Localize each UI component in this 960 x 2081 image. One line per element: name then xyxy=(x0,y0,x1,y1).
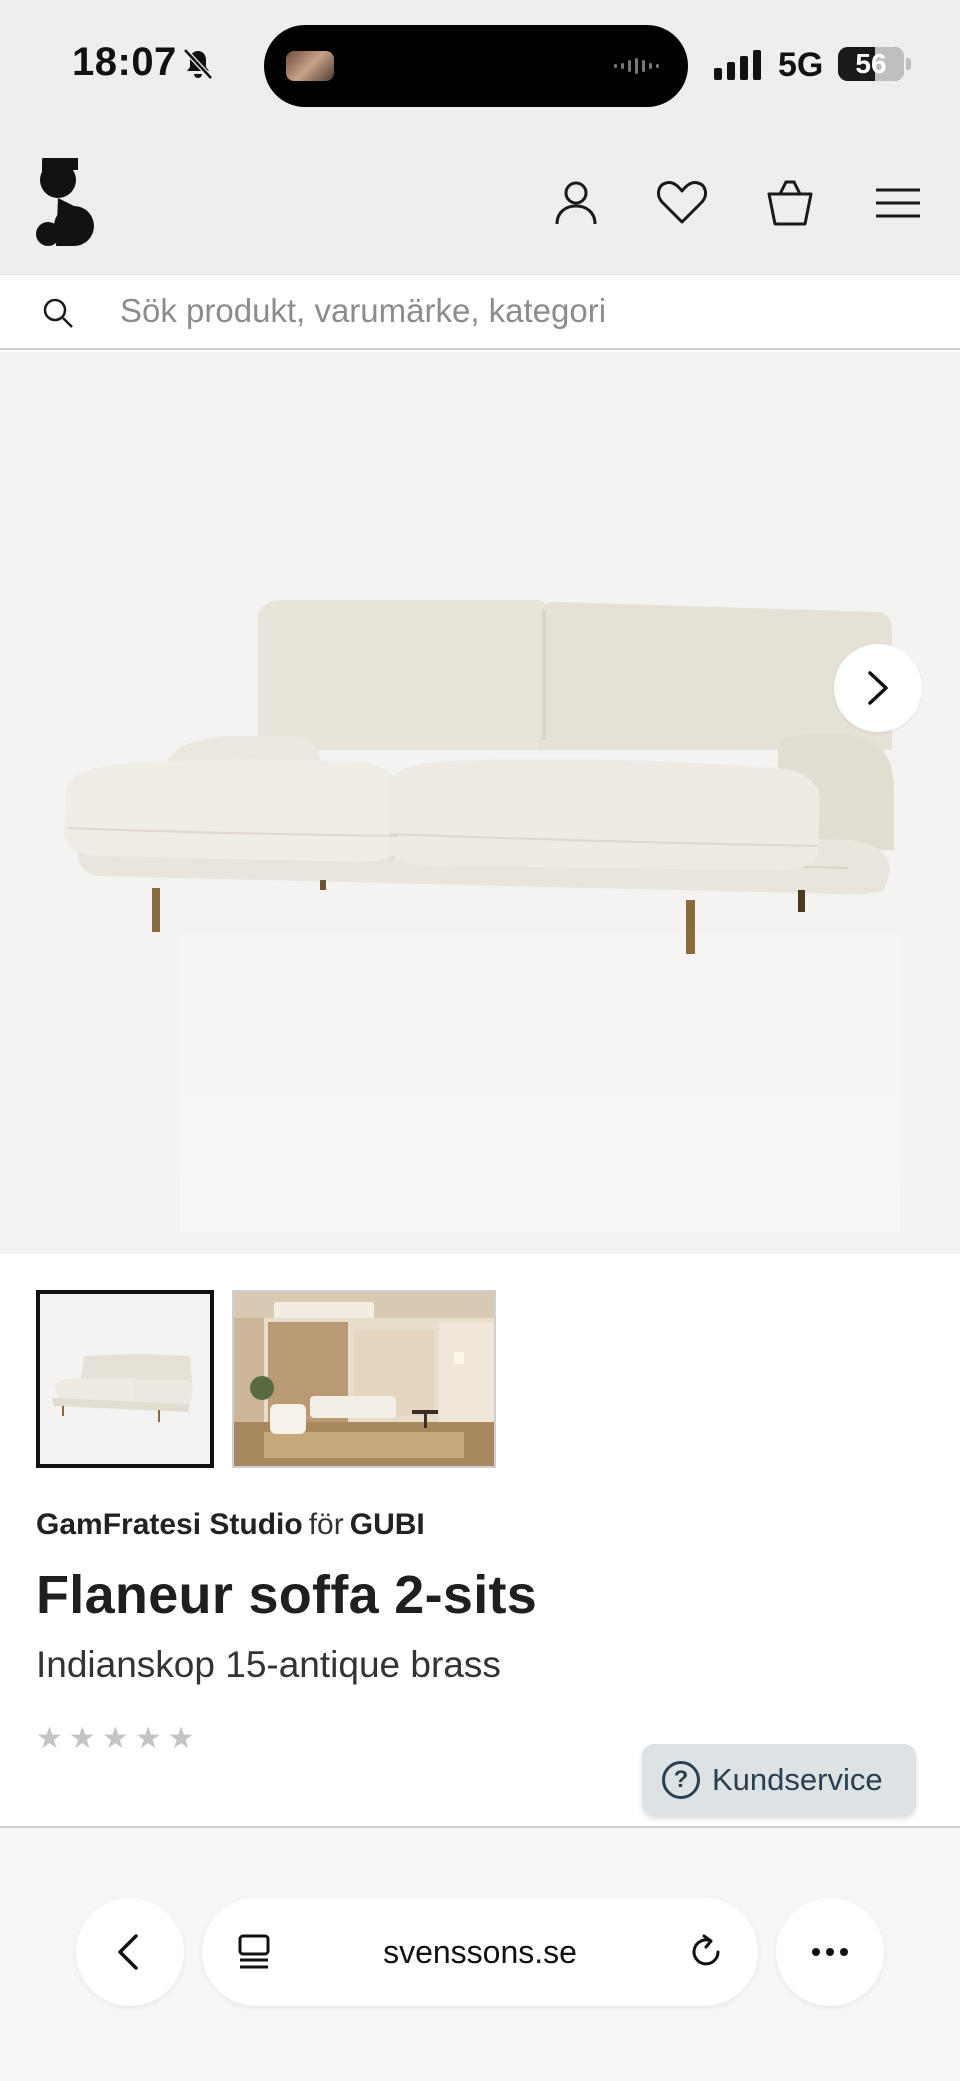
sofa-room-image xyxy=(234,1292,494,1466)
now-playing-thumbnail xyxy=(286,51,334,81)
basket-icon[interactable] xyxy=(766,178,814,228)
bell-slash-icon xyxy=(183,48,213,80)
search-icon[interactable] xyxy=(42,297,74,329)
address-bar[interactable]: svenssons.se xyxy=(202,1898,758,2006)
brand-link[interactable]: GUBI xyxy=(350,1508,425,1541)
rating-stars[interactable]: ★ ★ ★ ★ ★ xyxy=(36,1724,195,1754)
sofa-product-image[interactable] xyxy=(58,590,898,960)
for-label: för xyxy=(308,1508,344,1541)
battery-level: 56 xyxy=(855,48,887,79)
star-icon: ★ xyxy=(134,1722,162,1755)
search-input[interactable] xyxy=(120,285,920,337)
network-label: 5G xyxy=(778,46,824,84)
star-icon: ★ xyxy=(167,1722,195,1755)
search-bar xyxy=(0,274,960,350)
star-icon: ★ xyxy=(101,1722,129,1755)
question-icon: ? xyxy=(662,1761,700,1799)
star-icon: ★ xyxy=(68,1722,96,1755)
product-gallery[interactable] xyxy=(0,352,960,1254)
signal-icon xyxy=(714,50,761,80)
star-icon: ★ xyxy=(36,1722,63,1755)
heart-icon[interactable] xyxy=(656,178,708,228)
svenssons-logo[interactable] xyxy=(34,158,98,248)
reload-icon[interactable] xyxy=(686,1932,726,1972)
more-icon xyxy=(812,1948,848,1956)
user-icon[interactable] xyxy=(552,178,600,228)
menu-icon[interactable] xyxy=(876,178,920,228)
browser-back-button[interactable] xyxy=(76,1898,184,2006)
site-header xyxy=(0,132,960,274)
chevron-right-icon xyxy=(868,671,888,705)
gallery-next-button[interactable] xyxy=(834,644,922,732)
product-variant: Indianskop 15-antique brass xyxy=(36,1644,501,1685)
customer-service-label: Kundservice xyxy=(712,1762,883,1797)
thumbnail-room[interactable] xyxy=(232,1290,496,1468)
status-time: 18:07 xyxy=(72,40,177,84)
audio-wave-icon xyxy=(614,58,659,74)
status-bar: 18:07 5G 56 xyxy=(0,0,960,132)
designer-link[interactable]: GamFratesi Studio xyxy=(36,1508,303,1541)
battery-tip xyxy=(906,58,911,70)
browser-more-button[interactable] xyxy=(776,1898,884,2006)
sofa-thumbnail-image xyxy=(40,1294,210,1464)
url-text[interactable]: svenssons.se xyxy=(202,1934,758,1971)
dynamic-island xyxy=(264,25,688,107)
customer-service-button[interactable]: ? Kundservice xyxy=(642,1744,916,1816)
brand-line: GamFratesi Studio för GUBI xyxy=(36,1508,425,1542)
thumbnail-sofa[interactable] xyxy=(36,1290,214,1468)
product-title: Flaneur soffa 2-sits xyxy=(36,1565,538,1625)
battery-icon: 56 xyxy=(838,47,904,81)
back-icon xyxy=(118,1934,138,1970)
